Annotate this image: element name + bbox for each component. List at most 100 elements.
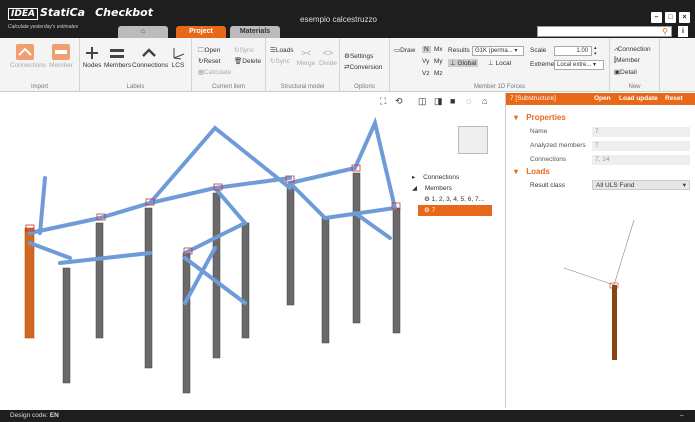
member-icon xyxy=(52,44,70,60)
loads-section[interactable]: ▾ Loads xyxy=(514,167,550,176)
status-bar: Design code: EN ⇔ xyxy=(0,410,695,422)
labels-connections-button[interactable]: Connections xyxy=(132,46,168,69)
local-axes-icon: ⊥ xyxy=(488,60,494,67)
divide-button[interactable]: <> Divide xyxy=(318,48,338,67)
panel-reset-button[interactable]: Reset xyxy=(665,93,683,105)
results-select[interactable]: G1K (perma... ▾ xyxy=(472,46,524,56)
app-tagline: Calculate yesterday's estimates xyxy=(8,24,79,30)
open-button[interactable]: 🗀Open xyxy=(198,46,220,57)
scale-stepper[interactable]: ▴ ▾ xyxy=(594,45,597,57)
extreme-label: Extreme xyxy=(530,61,555,68)
force-vy-button[interactable]: Vy xyxy=(422,58,429,65)
force-my-button[interactable]: My xyxy=(434,58,443,65)
maximize-button[interactable]: □ xyxy=(665,12,676,23)
gear-icon: ⚙ xyxy=(424,196,430,203)
group-import: Connections Member Import xyxy=(0,38,80,92)
sync-button[interactable]: ↻Sync xyxy=(234,46,254,54)
view-iso-icon[interactable]: ◫ xyxy=(418,96,427,107)
tree-members[interactable]: ◢ Members xyxy=(412,184,452,192)
minimize-button[interactable]: – xyxy=(651,12,662,23)
close-button[interactable]: × xyxy=(679,12,690,23)
search-input[interactable]: ⚲ xyxy=(537,26,672,37)
view-solid-icon[interactable]: ■ xyxy=(450,96,455,106)
group-member-forces: ▭Draw N Mx Vy My Vz Mz Results G1K (perm… xyxy=(390,38,610,92)
import-connections-button[interactable]: Connections xyxy=(10,44,46,69)
load-update-button[interactable]: Load update xyxy=(619,93,658,105)
settings-button[interactable]: ⚙Settings xyxy=(344,52,373,60)
properties-section[interactable]: ▾ Properties xyxy=(514,113,566,122)
new-member-button[interactable]: ⫿Member xyxy=(614,57,640,65)
group-new: ⩘Connection ⫿Member ▣Detail New xyxy=(610,38,660,92)
reset-button[interactable]: ↻Reset xyxy=(198,57,220,65)
nodes-icon xyxy=(86,47,98,59)
loads-button[interactable]: ☰Loads xyxy=(270,46,294,54)
new-detail-button[interactable]: ▣Detail xyxy=(614,68,637,76)
global-axes-icon: ⊥ xyxy=(450,60,456,67)
force-mz-button[interactable]: Mz xyxy=(434,70,443,77)
local-button[interactable]: ⊥ Local xyxy=(488,59,511,67)
global-button[interactable]: ⊥ Global xyxy=(448,59,479,67)
tree-connections[interactable]: ▸ Connections xyxy=(412,173,459,181)
labels-nodes-button[interactable]: Nodes xyxy=(82,46,102,69)
connections-field: 7, 14 xyxy=(592,155,690,165)
gear-icon: ⚙ xyxy=(424,207,430,214)
delete-button[interactable]: 🗑Delete xyxy=(234,57,261,65)
home-icon: ⌂ xyxy=(140,28,146,35)
collapse-icon: ◢ xyxy=(412,185,417,192)
group-structural-model: ☰Loads ↻Sync >< Merge <> Divide Structural… xyxy=(266,38,340,92)
fit-view-icon[interactable]: ⛶ xyxy=(380,96,386,107)
calculate-button[interactable]: ▦Calculate xyxy=(198,68,231,76)
panel-header: 7 [Substructure] Open Load update Reset xyxy=(506,93,695,105)
labels-lcs-button[interactable]: LCS xyxy=(168,46,188,69)
force-vz-button[interactable]: Vz xyxy=(422,70,430,77)
collapse-icon: ▾ xyxy=(514,113,519,122)
tab-materials[interactable]: Materials xyxy=(230,26,280,38)
structure-3d-model[interactable] xyxy=(0,93,503,408)
scale-label: Scale xyxy=(530,47,547,54)
lcs-icon xyxy=(173,48,185,60)
new-connection-button[interactable]: ⩘Connection xyxy=(614,46,651,54)
connections-icon xyxy=(142,48,156,57)
chevron-down-icon: ▾ xyxy=(682,182,686,189)
extreme-select[interactable]: Local extre... ▾ xyxy=(554,60,604,70)
draw-button[interactable]: ▭Draw xyxy=(394,46,415,54)
model-sync-button[interactable]: ↻Sync xyxy=(270,57,290,65)
results-label: Results xyxy=(448,47,470,54)
divide-icon: <> xyxy=(322,48,334,58)
help-button[interactable]: i xyxy=(678,26,688,37)
group-labels: Nodes Members Connections LCS Labels xyxy=(80,38,192,92)
member-preview xyxy=(563,219,635,360)
expand-icon: ▸ xyxy=(412,174,416,181)
home-view-icon[interactable]: ⌂ xyxy=(482,96,487,106)
app-logo: IDEA StatiCa Checkbot xyxy=(8,6,153,20)
tab-project[interactable]: Project xyxy=(176,26,226,38)
connections-icon xyxy=(16,44,34,60)
force-mx-button[interactable]: Mx xyxy=(434,46,443,53)
import-member-button[interactable]: Member xyxy=(46,44,76,69)
labels-members-button[interactable]: Members xyxy=(104,46,131,69)
view-cube[interactable] xyxy=(458,126,488,154)
scale-input[interactable]: 1.00 xyxy=(554,46,592,56)
conversion-button[interactable]: ⇄Conversion xyxy=(344,63,382,71)
view-wire-icon[interactable]: ◌ xyxy=(466,96,471,106)
analyzed-members-field: 7 xyxy=(592,141,690,151)
merge-icon: >< xyxy=(300,48,312,58)
panel-toggle-icon[interactable]: ⇔ xyxy=(679,410,686,422)
tree-selected-item[interactable]: ⚙ 7 xyxy=(418,205,492,216)
view-front-icon[interactable]: ◨ xyxy=(434,96,443,107)
properties-panel: 7 [Substructure] Open Load update Reset … xyxy=(505,93,695,408)
members-icon xyxy=(110,49,124,58)
title-bar: IDEA StatiCa Checkbot Calculate yesterday'… xyxy=(0,0,695,38)
tree-member-list[interactable]: ⚙ 1, 2, 3, 4, 5, 6, 7... xyxy=(424,195,484,203)
result-class-select[interactable]: All ULS Fund ▾ xyxy=(592,180,690,190)
search-icon: ⚲ xyxy=(662,27,668,36)
group-current-item: 🗀Open ↻Reset ▦Calculate ↻Sync 🗑Delete Cu… xyxy=(192,38,266,92)
group-options: ⚙Settings ⇄Conversion Options xyxy=(340,38,390,92)
name-field: 7 xyxy=(592,127,690,137)
force-n-button[interactable]: N xyxy=(422,46,431,53)
model-viewport[interactable]: ▸ Connections ◢ Members ⚙ 1, 2, 3, 4, 5,… xyxy=(0,93,503,408)
tab-home[interactable]: ⌂ xyxy=(118,26,168,38)
merge-button[interactable]: >< Merge xyxy=(296,48,316,67)
rotate-icon[interactable]: ⟲ xyxy=(395,96,403,107)
panel-open-button[interactable]: Open xyxy=(594,93,611,105)
